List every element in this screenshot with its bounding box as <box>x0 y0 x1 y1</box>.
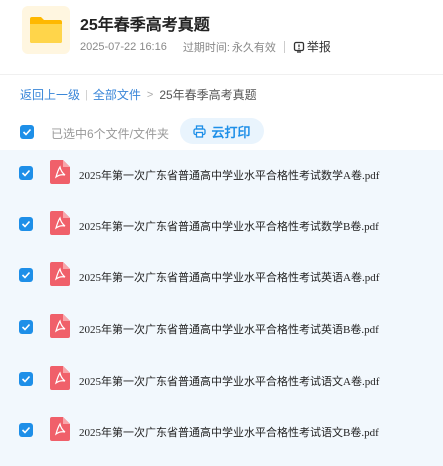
checkmark-icon <box>21 271 31 279</box>
cloud-print-button[interactable]: 云打印 <box>180 118 264 144</box>
created-date: 2025-07-22 16:16 <box>80 40 167 53</box>
select-all-checkbox[interactable] <box>20 125 34 139</box>
file-row[interactable]: 2025年第一次广东省普通高中学业水平合格性考试英语B卷.pdf <box>0 307 443 347</box>
file-name[interactable]: 2025年第一次广东省普通高中学业水平合格性考试英语B卷.pdf <box>79 321 379 337</box>
file-checkbox[interactable] <box>19 320 33 334</box>
chevron-right-icon: > <box>146 88 154 101</box>
file-row[interactable]: 2025年第一次广东省普通高中学业水平合格性考试数学B卷.pdf <box>0 204 443 244</box>
file-row[interactable]: 2025年第一次广东省普通高中学业水平合格性考试语文B卷.pdf <box>0 410 443 450</box>
breadcrumb: 返回上一级 | 全部文件 > 25年春季高考真题 <box>20 86 257 103</box>
report-icon <box>293 41 305 53</box>
report-button[interactable]: 举报 <box>293 38 331 55</box>
file-name[interactable]: 2025年第一次广东省普通高中学业水平合格性考试数学B卷.pdf <box>79 218 379 234</box>
report-label: 举报 <box>306 40 331 54</box>
pdf-file-icon <box>50 211 70 235</box>
breadcrumb-current: 25年春季高考真题 <box>159 88 257 102</box>
file-name[interactable]: 2025年第一次广东省普通高中学业水平合格性考试英语A卷.pdf <box>79 269 379 285</box>
cloud-print-label: 云打印 <box>211 124 251 140</box>
checkmark-icon <box>21 220 31 228</box>
folder-header: 25年春季高考真题 2025-07-22 16:16 过期时间: 永久有效 举报 <box>0 0 443 72</box>
file-name[interactable]: 2025年第一次广东省普通高中学业水平合格性考试语文A卷.pdf <box>79 373 379 389</box>
pdf-file-icon <box>50 366 70 390</box>
file-checkbox[interactable] <box>19 217 33 231</box>
file-name[interactable]: 2025年第一次广东省普通高中学业水平合格性考试数学A卷.pdf <box>79 167 379 183</box>
file-checkbox[interactable] <box>19 268 33 282</box>
selected-count: 已选中6个文件/文件夹 <box>51 127 170 141</box>
file-checkbox[interactable] <box>19 372 33 386</box>
checkmark-icon <box>21 375 31 383</box>
file-row[interactable]: 2025年第一次广东省普通高中学业水平合格性考试英语A卷.pdf <box>0 255 443 295</box>
file-list: 2025年第一次广东省普通高中学业水平合格性考试数学A卷.pdf 2025年第一… <box>0 150 443 466</box>
file-name[interactable]: 2025年第一次广东省普通高中学业水平合格性考试语文B卷.pdf <box>79 424 379 440</box>
meta-divider <box>283 40 285 53</box>
checkmark-icon <box>21 426 31 434</box>
pdf-file-icon <box>50 262 70 286</box>
pdf-file-icon <box>50 314 70 338</box>
file-checkbox[interactable] <box>19 166 33 180</box>
breadcrumb-back-link[interactable]: 返回上一级 <box>20 86 80 103</box>
page-title: 25年春季高考真题 <box>80 17 210 34</box>
folder-icon <box>22 6 70 54</box>
file-checkbox[interactable] <box>19 423 33 437</box>
checkmark-icon <box>21 169 31 177</box>
printer-icon <box>193 124 207 138</box>
expire-label: 过期时间: <box>182 41 230 54</box>
breadcrumb-separator: | <box>85 88 88 101</box>
expire-value: 永久有效 <box>231 41 276 54</box>
header-divider <box>0 74 443 75</box>
checkmark-icon <box>22 128 32 136</box>
checkmark-icon <box>21 323 31 331</box>
file-row[interactable]: 2025年第一次广东省普通高中学业水平合格性考试数学A卷.pdf <box>0 153 443 193</box>
pdf-file-icon <box>50 160 70 184</box>
selection-toolbar: 已选中6个文件/文件夹 云打印 <box>0 116 443 148</box>
file-row[interactable]: 2025年第一次广东省普通高中学业水平合格性考试语文A卷.pdf <box>0 359 443 399</box>
breadcrumb-all-files-link[interactable]: 全部文件 <box>93 86 141 103</box>
folder-meta: 2025-07-22 16:16 过期时间: 永久有效 举报 <box>80 38 331 55</box>
pdf-file-icon <box>50 417 70 441</box>
